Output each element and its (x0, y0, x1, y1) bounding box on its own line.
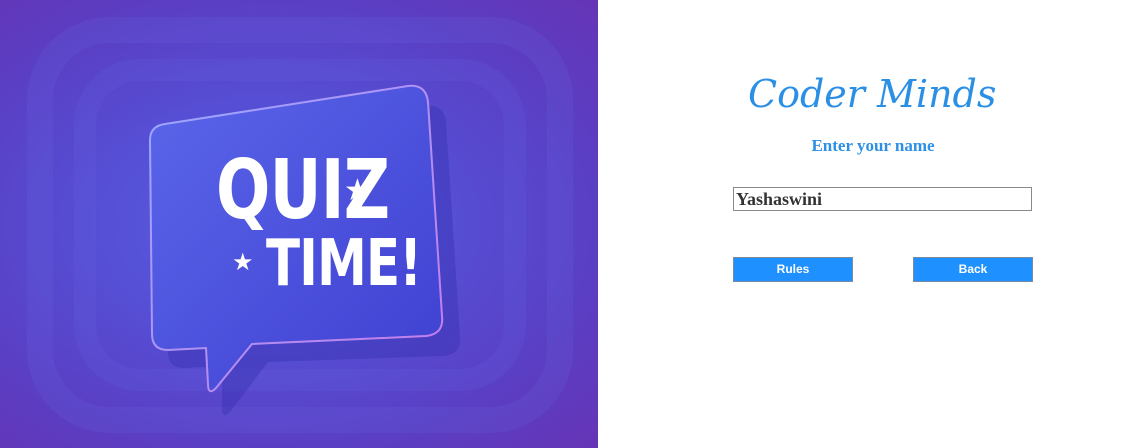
back-button[interactable]: Back (913, 257, 1033, 282)
quiz-title-line2: TIME! (266, 227, 422, 301)
name-prompt-label: Enter your name (811, 136, 935, 155)
quiz-time-illustration: QUIZ ★ ★ TIME! (0, 0, 598, 448)
rules-button[interactable]: Rules (733, 257, 853, 282)
quiz-start-window: QUIZ ★ ★ TIME! Coder Minds Enter your na… (0, 0, 1148, 448)
name-input[interactable] (733, 187, 1032, 211)
star-icon: ★ (232, 248, 254, 276)
star-icon: ★ (344, 173, 371, 208)
app-brand-title: Coder Minds (748, 72, 997, 116)
